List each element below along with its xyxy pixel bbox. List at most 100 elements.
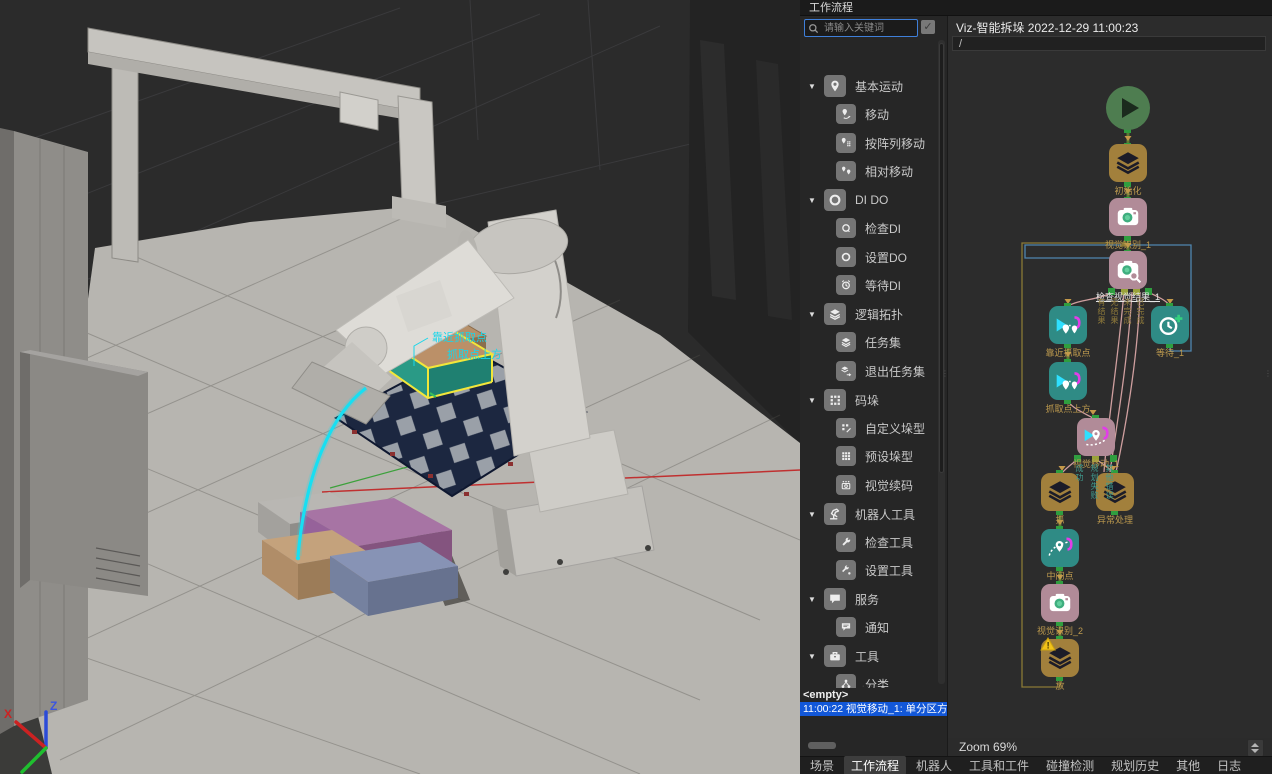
3d-viewport[interactable]: 靠近抓取点 抓取点上方 Z X (0, 0, 800, 774)
tab-workflow[interactable]: 工作流程 (844, 756, 906, 774)
sidebar-item-set-do[interactable]: 设置DO (800, 243, 940, 271)
di-check-icon (836, 218, 856, 238)
stepper-up-icon[interactable] (1251, 743, 1259, 747)
notify-icon (836, 617, 856, 637)
sidebar-group-basic-motion[interactable]: ▼ 基本运动 (800, 72, 940, 100)
zoom-bar: Zoom 69% (947, 738, 1272, 756)
sidebar-group-robot-tools[interactable]: ▼ 机器人工具 (800, 500, 940, 528)
sidebar-scrollbar[interactable] (938, 40, 945, 684)
pin-pair-icon (836, 161, 856, 181)
flow-node-check-vision-result-1[interactable] (1109, 251, 1147, 289)
layers-icon (1114, 149, 1142, 177)
flow-node-label: 初始化 (1083, 184, 1173, 197)
flow-node-vision-1[interactable] (1109, 198, 1147, 236)
log-message[interactable]: 11:00:22 视觉移动_1: 单分区方形 (800, 702, 947, 716)
flow-node-exception-handling[interactable] (1096, 473, 1134, 511)
pin-icon (824, 75, 846, 97)
sidebar-group-label: 机器人工具 (855, 506, 915, 523)
tab-planning-history[interactable]: 规划历史 (1104, 756, 1166, 774)
tab-robot[interactable]: 机器人 (909, 756, 959, 774)
branch-label: 未完成 (1122, 298, 1133, 325)
flow-node-mid-point[interactable] (1041, 529, 1079, 567)
sidebar-item-check-tool[interactable]: 检查工具 (800, 528, 940, 556)
sidebar-item-check-di[interactable]: 检查DI (800, 214, 940, 242)
flow-node-approach-pick-point[interactable] (1049, 306, 1087, 344)
expand-triangle-icon[interactable]: ▼ (808, 595, 818, 604)
zoom-level-label: Zoom 69% (959, 740, 1017, 754)
toolbox-icon (824, 645, 846, 667)
expand-triangle-icon[interactable]: ▼ (808, 510, 818, 519)
sidebar-item-move-by-array[interactable]: 按阵列移动 (800, 129, 940, 157)
stepper-down-icon[interactable] (1251, 749, 1259, 753)
flow-node-label: 放 (1015, 679, 1105, 692)
sidebar-item-label: 通知 (865, 619, 889, 636)
tab-collision-detection[interactable]: 碰撞检测 (1039, 756, 1101, 774)
expand-triangle-icon[interactable]: ▼ (808, 310, 818, 319)
tab-tools-workpieces[interactable]: 工具和工件 (962, 756, 1036, 774)
tool-check-icon (836, 532, 856, 552)
sidebar-group-service[interactable]: ▼ 服务 (800, 585, 940, 613)
cabinet[interactable] (20, 350, 148, 596)
layers-icon (1046, 478, 1074, 506)
search-input[interactable] (822, 22, 914, 35)
search-filter-checkbox[interactable]: ✓ (921, 20, 935, 34)
pallet-preset-icon (836, 446, 856, 466)
expand-triangle-icon[interactable]: ▼ (808, 82, 818, 91)
flow-node-vision-move-1[interactable] (1077, 418, 1115, 456)
bottom-tab-bar: 场景 工作流程 机器人 工具和工件 碰撞检测 规划历史 其他 日志 (800, 756, 1272, 774)
sidebar-group-logic-topology[interactable]: ▼ 逻辑拓扑 (800, 300, 940, 328)
tab-scene[interactable]: 场景 (803, 756, 841, 774)
sidebar-item-preset-pattern[interactable]: 预设垛型 (800, 442, 940, 470)
flow-node-label: 等待_1 (1125, 346, 1215, 359)
tab-others[interactable]: 其他 (1169, 756, 1207, 774)
sidebar-scrollbar-thumb[interactable] (939, 43, 944, 473)
sidebar-item-label: 相对移动 (865, 163, 913, 180)
sidebar-item-vision-continue[interactable]: 视觉续码 (800, 471, 940, 499)
expand-triangle-icon[interactable]: ▼ (808, 396, 818, 405)
flow-node-wait-1[interactable] (1151, 306, 1189, 344)
flow-node-vision-2[interactable] (1041, 584, 1079, 622)
expand-triangle-icon[interactable]: ▼ (808, 652, 818, 661)
sidebar-group-tools[interactable]: ▼ 工具 (800, 642, 940, 670)
camera-icon (1046, 589, 1074, 617)
svg-text:!: ! (1047, 641, 1050, 651)
sidebar-item-relative-move[interactable]: 相对移动 (800, 157, 940, 185)
selection-empty-label: <empty> (803, 689, 848, 701)
sidebar-item-wait-di[interactable]: 等待DI (800, 271, 940, 299)
sidebar-item-task-set[interactable]: 任务集 (800, 328, 940, 356)
sidebar-item-label: 检查DI (865, 220, 901, 237)
sidebar-group-palletizing[interactable]: ▼ 码垛 (800, 386, 940, 414)
workflow-path-bar[interactable]: / (952, 36, 1266, 51)
chat-bubble-icon (824, 588, 846, 610)
3d-viewport-scene[interactable]: 靠近抓取点 抓取点上方 Z X (0, 0, 800, 774)
layers-icon (824, 303, 846, 325)
move-icon (1054, 367, 1082, 395)
layers-icon (836, 332, 856, 352)
search-box[interactable] (804, 19, 918, 37)
flow-node-above-pick-point[interactable] (1049, 362, 1087, 400)
pallet-vision-icon (836, 475, 856, 495)
branch-label: 已完成 (1135, 298, 1146, 325)
pin-grid-icon (836, 133, 856, 153)
sidebar-item-set-tool[interactable]: 设置工具 (800, 556, 940, 584)
sidebar-item-move[interactable]: 移动 (800, 100, 940, 128)
vision-move-icon (1082, 423, 1110, 451)
sidebar-item-notify[interactable]: 通知 (800, 613, 940, 641)
move-icon (1054, 311, 1082, 339)
panel-title: 工作流程 (800, 0, 1272, 16)
expand-triangle-icon[interactable]: ▼ (808, 196, 818, 205)
flow-node-label: 视觉识别_2 (1015, 624, 1105, 637)
sidebar-item-exit-task-set[interactable]: 退出任务集 (800, 357, 940, 385)
tab-log[interactable]: 日志 (1210, 756, 1248, 774)
sidebar-item-label: 等待DI (865, 277, 901, 294)
tree-resize-handle[interactable]: ····· (862, 683, 884, 690)
sidebar-group-di-do[interactable]: ▼ DI DO (800, 186, 940, 214)
sidebar-item-custom-pattern[interactable]: 自定义垛型 (800, 414, 940, 442)
sidebar-item-label: 退出任务集 (865, 363, 925, 380)
sidebar-item-label: 设置工具 (865, 562, 913, 579)
sidebar-group-label: 逻辑拓扑 (855, 306, 903, 323)
zoom-stepper[interactable] (1247, 739, 1264, 757)
flow-node-init[interactable] (1109, 144, 1147, 182)
flow-node-start[interactable] (1106, 86, 1150, 130)
sidebar-item-label: 预设垛型 (865, 448, 913, 465)
